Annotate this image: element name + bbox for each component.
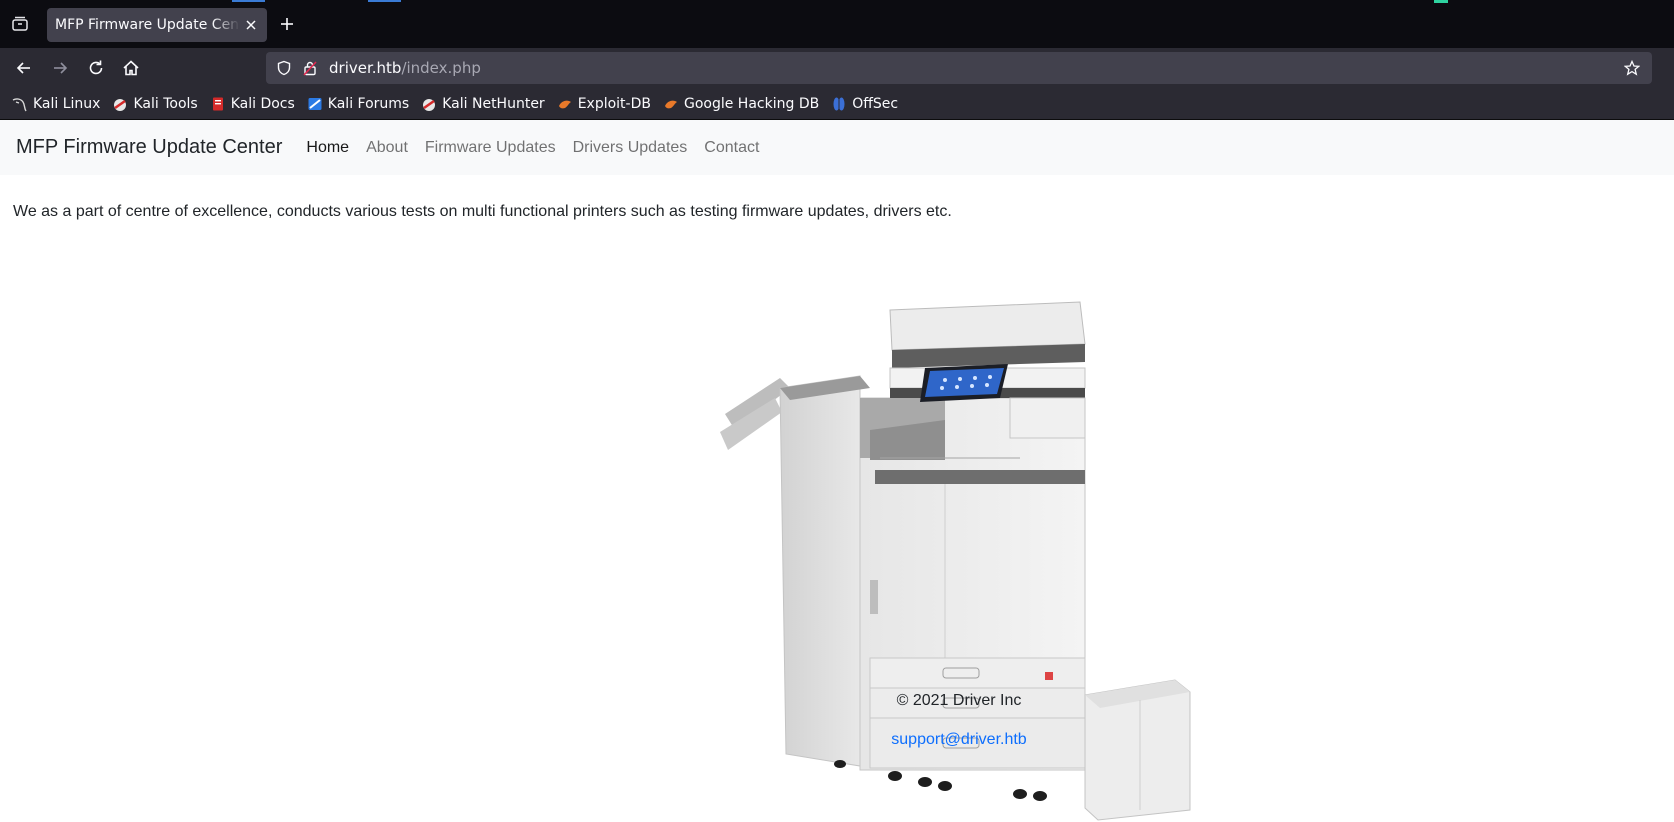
bookmark-star-icon[interactable] bbox=[1623, 59, 1641, 76]
bookmark-exploit-db[interactable]: Exploit-DB bbox=[557, 96, 651, 112]
address-bar[interactable]: driver.htb/index.php bbox=[266, 52, 1652, 84]
active-tab[interactable]: MFP Firmware Update Center bbox=[47, 8, 267, 42]
bookmark-label: Google Hacking DB bbox=[683, 95, 820, 112]
exploit-db-icon bbox=[558, 100, 571, 108]
kali-nethunter-icon bbox=[423, 98, 436, 111]
web-page: MFP Firmware Update Center Home About Fi… bbox=[0, 120, 1674, 822]
bookmark-label: Kali NetHunter bbox=[442, 95, 545, 112]
bookmark-label: Kali Docs bbox=[230, 95, 295, 112]
nav-link-about[interactable]: About bbox=[366, 139, 408, 157]
site-navbar: MFP Firmware Update Center Home About Fi… bbox=[0, 120, 1674, 175]
insecure-lock-icon[interactable] bbox=[302, 60, 318, 76]
new-tab-icon[interactable] bbox=[278, 15, 296, 33]
nav-link-drivers-updates[interactable]: Drivers Updates bbox=[573, 139, 688, 157]
nav-link-firmware-updates[interactable]: Firmware Updates bbox=[425, 139, 556, 157]
site-brand[interactable]: MFP Firmware Update Center bbox=[16, 136, 282, 159]
nav-link-contact[interactable]: Contact bbox=[704, 139, 759, 157]
reload-icon[interactable] bbox=[86, 58, 106, 78]
url-path: /index.php bbox=[401, 59, 481, 77]
kali-forums-icon bbox=[308, 97, 322, 110]
bookmark-kali-docs[interactable]: Kali Docs bbox=[210, 96, 295, 112]
bookmark-kali-forums[interactable]: Kali Forums bbox=[307, 96, 409, 112]
nav-link-home[interactable]: Home bbox=[306, 139, 349, 157]
support-email-link[interactable]: support@driver.htb bbox=[0, 731, 1674, 749]
bookmark-label: Kali Linux bbox=[33, 95, 101, 112]
browser-toolbar: driver.htb/index.php bbox=[0, 48, 1674, 88]
shield-icon[interactable] bbox=[276, 60, 292, 76]
bookmark-kali-nethunter[interactable]: Kali NetHunter bbox=[421, 95, 545, 112]
intro-text: We as a part of centre of excellence, co… bbox=[13, 203, 952, 220]
url-text[interactable]: driver.htb/index.php bbox=[329, 59, 481, 77]
tab-strip-accent bbox=[232, 0, 265, 2]
tab-title: MFP Firmware Update Center bbox=[55, 17, 240, 33]
bookmarks-toolbar: Kali Linux Kali Tools Kali Docs Kali For… bbox=[0, 88, 1674, 120]
bookmark-google-hacking-db[interactable]: Google Hacking DB bbox=[663, 96, 819, 112]
bookmark-label: OffSec bbox=[852, 95, 899, 112]
kali-docs-icon bbox=[212, 97, 223, 110]
close-icon[interactable] bbox=[243, 17, 259, 33]
kali-dragon-icon bbox=[12, 97, 27, 111]
tab-strip-accent bbox=[368, 0, 401, 2]
list-all-tabs-icon[interactable] bbox=[10, 14, 30, 34]
home-icon[interactable] bbox=[121, 58, 141, 78]
bookmark-kali-linux[interactable]: Kali Linux bbox=[12, 96, 100, 112]
bookmark-kali-tools[interactable]: Kali Tools bbox=[112, 95, 198, 112]
bookmark-label: Exploit-DB bbox=[577, 95, 651, 112]
kali-tools-icon bbox=[114, 98, 127, 111]
copyright-text: © 2021 Driver Inc bbox=[896, 692, 1022, 709]
forward-arrow-icon[interactable] bbox=[50, 58, 70, 78]
offsec-icon bbox=[833, 96, 845, 111]
back-arrow-icon[interactable] bbox=[14, 58, 34, 78]
ghdb-icon bbox=[664, 100, 677, 108]
url-host: driver.htb bbox=[329, 59, 402, 77]
browser-tab-strip: MFP Firmware Update Center bbox=[0, 0, 1674, 48]
bookmark-label: Kali Forums bbox=[327, 95, 410, 112]
bookmark-offsec[interactable]: OffSec bbox=[831, 96, 898, 112]
tab-strip-accent bbox=[1434, 0, 1448, 3]
bookmark-label: Kali Tools bbox=[133, 95, 198, 112]
